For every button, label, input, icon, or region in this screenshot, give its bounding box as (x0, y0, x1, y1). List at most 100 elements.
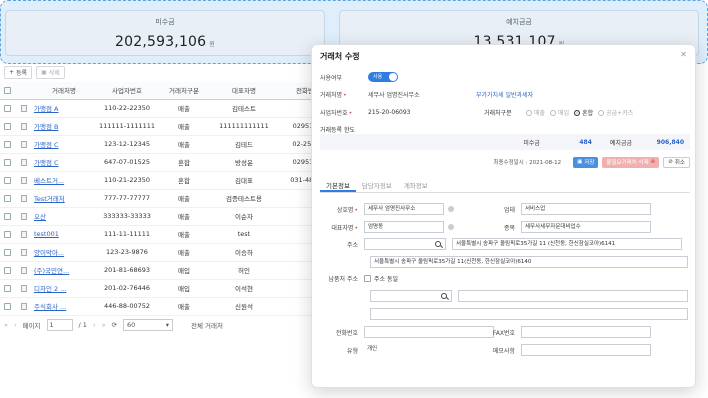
ship-addr2-input[interactable] (370, 308, 688, 320)
doc-icon[interactable] (14, 153, 34, 172)
cell-name[interactable]: (주)국민연... (34, 261, 94, 280)
doc-icon[interactable] (14, 279, 34, 298)
doc-icon[interactable] (14, 297, 34, 316)
col-header[interactable]: 대표자명 (208, 82, 280, 100)
row-checkbox[interactable] (0, 153, 14, 172)
row-checkbox[interactable] (0, 117, 14, 136)
cell-name[interactable]: 디자인 2 ... (34, 279, 94, 298)
table-row[interactable]: 가맹점 C 647-07-01525 혼합 방성윤 029518 (0, 153, 330, 172)
item-label: 종목 (503, 224, 515, 232)
row-checkbox[interactable] (0, 225, 14, 244)
industry-input[interactable]: 서비스업 (521, 203, 651, 215)
prev-page-icon[interactable]: ‹ (14, 321, 17, 329)
info-icon[interactable] (448, 224, 454, 230)
page-size-select[interactable]: 60 ▾ (123, 319, 173, 331)
refresh-icon[interactable]: ⟳ (112, 321, 117, 329)
select-all-checkbox[interactable] (0, 82, 14, 100)
search-icon[interactable] (441, 293, 447, 299)
company-input[interactable]: 세무사 엄명진사무소 (364, 203, 444, 215)
table-row[interactable]: test001 111-11-11111 매출 test (0, 225, 330, 244)
save-button[interactable]: ▣ 저장 (573, 156, 599, 168)
cell-name[interactable]: 가맹점 C (34, 153, 94, 172)
ship-addr1-input[interactable] (458, 290, 688, 302)
tab-account[interactable]: 계좌정보 (398, 177, 434, 192)
cell-name[interactable]: 주식회사 ... (34, 297, 94, 316)
cell-name[interactable]: 가맹점 B (34, 117, 94, 136)
ceo-input[interactable]: 엄명동 (364, 221, 444, 233)
cancel-icon: ⊘ (668, 159, 673, 165)
addr1-input[interactable]: 서울특별시 송파구 올림픽로35가길 11 (신천동, 한신잠실코아)6141 (452, 238, 682, 250)
cell-name[interactable]: 가맹점 C (34, 135, 94, 154)
doc-icon[interactable] (14, 207, 34, 226)
table-row[interactable]: 가맹점 C 123-12-12345 매출 김테드 02-253- (0, 135, 330, 154)
delete-client-button[interactable]: 불필요거래처 삭제 ⊗ (602, 156, 660, 168)
doc-icon[interactable] (14, 135, 34, 154)
doc-icon[interactable] (14, 99, 34, 118)
row-checkbox[interactable] (0, 207, 14, 226)
modal-tabs: 기본정보 담당자정보 계좌정보 (320, 177, 690, 193)
cell-name[interactable]: 가맹점 A (34, 99, 94, 118)
vat-link[interactable]: 부가가치세 일반과세자 (476, 90, 533, 99)
cancel-button[interactable]: ⊘ 취소 (663, 156, 690, 168)
cell-name[interactable]: 양이막아... (34, 243, 94, 262)
row-checkbox[interactable] (0, 261, 14, 280)
type-radio-buy[interactable]: 매입 (550, 108, 569, 117)
row-checkbox[interactable] (0, 99, 14, 118)
addr2-input[interactable]: 서울특별시 송파구 올림픽로35가길 11(신천동, 한신잠실코아)6140 (370, 256, 688, 268)
row-checkbox[interactable] (0, 243, 14, 262)
ship-zip-input[interactable] (370, 290, 452, 302)
table-row[interactable]: 가맹점 A 110-22-22350 매출 김테스트 (0, 99, 330, 118)
fax-input[interactable] (521, 326, 651, 338)
item-input[interactable]: 세무사세무자문대비업수 (521, 221, 651, 233)
page-input[interactable]: 1 (46, 319, 73, 331)
tab-contact[interactable]: 담당자정보 (356, 177, 398, 192)
type-radio-supply[interactable]: 공급+카즈 (598, 108, 633, 117)
table-row[interactable]: (주)국민연... 201-81-68693 매입 허인 (0, 261, 330, 280)
col-header[interactable]: 거래처명 (34, 82, 94, 100)
tel-input[interactable] (364, 326, 494, 338)
type-radio-sale[interactable]: 매출 (526, 108, 545, 117)
row-checkbox[interactable] (0, 189, 14, 208)
table-row[interactable]: 디자인 2 ... 201-02-76446 매입 이석현 (0, 279, 330, 298)
close-icon[interactable]: ✕ (680, 50, 687, 59)
row-checkbox[interactable] (0, 279, 14, 298)
tab-basic[interactable]: 기본정보 (320, 177, 356, 192)
doc-icon[interactable] (14, 243, 34, 262)
doc-icon[interactable] (14, 261, 34, 280)
table-row[interactable]: 주식회사 ... 446-88-00752 매출 신원석 (0, 297, 330, 316)
table-row[interactable]: Test거래처 777-77-77777 매출 검증테스트용 (0, 189, 330, 208)
doc-icon[interactable] (14, 189, 34, 208)
doc-icon[interactable] (14, 225, 34, 244)
total-pages: / 1 (78, 321, 87, 329)
receivable-card[interactable]: 미수금 202,593,106 원 (5, 10, 325, 56)
cell-name[interactable]: Test거래처 (34, 189, 94, 208)
doc-icon[interactable] (14, 117, 34, 136)
same-addr-checkbox[interactable] (364, 275, 371, 282)
table-row[interactable]: 가맹점 B 111111-1111111 매출 111111111111 029518 (0, 117, 330, 136)
cell-name[interactable]: 오산 (34, 207, 94, 226)
row-checkbox[interactable] (0, 135, 14, 154)
first-page-icon[interactable]: « (4, 321, 8, 329)
last-page-icon[interactable]: » (102, 321, 106, 329)
row-checkbox[interactable] (0, 171, 14, 190)
col-header[interactable]: 사업자번호 (94, 82, 160, 100)
row-checkbox[interactable] (0, 297, 14, 316)
type-radio-mixed[interactable]: 혼합 (574, 108, 593, 117)
modal-actions: 최종수정일시 : 2021-08-12 ▣ 저장 불필요거래처 삭제 ⊗ ⊘ 취소 (320, 155, 690, 169)
info-icon[interactable] (448, 206, 454, 212)
add-button[interactable]: + 등록 (4, 65, 33, 79)
delete-button[interactable]: ▣ 삭제 (36, 65, 65, 79)
search-icon[interactable] (435, 241, 441, 247)
next-page-icon[interactable]: › (93, 321, 96, 329)
table-row[interactable]: 오산 333333-33333 매출 이순자 (0, 207, 330, 226)
table-row[interactable]: 베스트거... 110-21-22350 혼합 김대표 031-484- (0, 171, 330, 190)
cell-name[interactable]: test001 (34, 225, 94, 244)
doc-icon[interactable] (14, 171, 34, 190)
addr-label: 주소 (346, 241, 358, 249)
use-toggle[interactable]: 사용 (368, 72, 398, 82)
col-header[interactable]: 거래처구분 (160, 82, 208, 100)
note-input[interactable] (521, 344, 651, 356)
table-row[interactable]: 양이막아... 123-23-9876 매출 이승하 (0, 243, 330, 262)
zip-input[interactable] (364, 238, 446, 250)
cell-name[interactable]: 베스트거... (34, 171, 94, 190)
